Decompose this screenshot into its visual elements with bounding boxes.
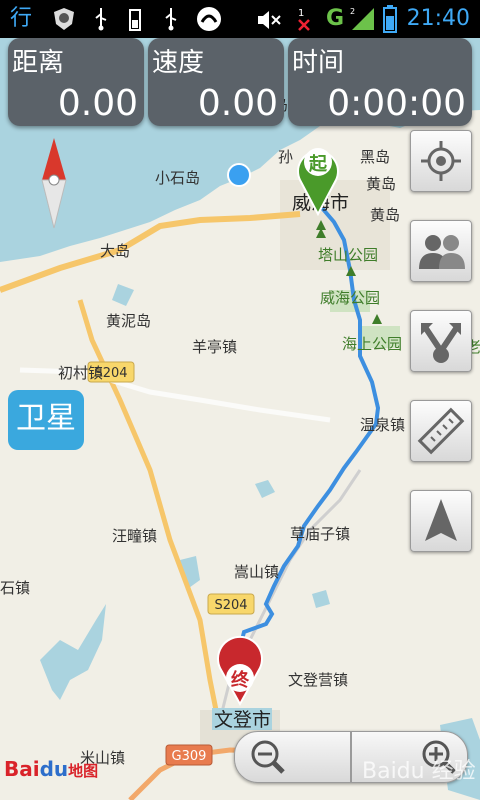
zoom-out-button[interactable]	[235, 732, 350, 782]
distance-label: 距离	[12, 48, 65, 78]
share-route-button[interactable]	[410, 310, 472, 372]
crosshair-icon	[421, 141, 461, 181]
park-label: 威海公园	[320, 289, 380, 307]
status-bar: 行 1 G 2 21:40	[0, 0, 480, 38]
place-label: 羊亭镇	[192, 338, 237, 356]
network-type-text: G	[326, 6, 345, 31]
baidu-map-logo: Baidu地图	[4, 757, 98, 783]
app-notification-icon: 行	[10, 6, 33, 31]
logo-du: du	[39, 757, 69, 781]
satellite-toggle-button[interactable]: 卫星	[8, 390, 84, 450]
place-label: 黄泥岛	[106, 312, 151, 330]
logo-map: 地图	[68, 762, 99, 780]
people-icon	[419, 235, 465, 269]
speed-value: 0.00	[197, 83, 278, 124]
place-label: 孙	[278, 148, 293, 166]
place-label: 黑岛	[360, 148, 390, 166]
speed-panel: 速度 0.00	[148, 38, 284, 126]
usb-icon	[95, 8, 107, 31]
current-location-dot	[227, 163, 251, 187]
roads	[0, 211, 362, 800]
road-shield-s204: S204	[207, 593, 255, 615]
svg-text:起: 起	[308, 153, 328, 175]
navigate-button[interactable]	[410, 490, 472, 552]
park-label: 塔山公园	[318, 246, 378, 264]
battery-icon	[383, 5, 397, 33]
svg-text:S204: S204	[214, 598, 247, 613]
lake	[40, 604, 106, 700]
end-marker[interactable]: 终	[217, 635, 263, 707]
ruler-button[interactable]	[410, 400, 472, 462]
speed-label: 速度	[152, 48, 205, 78]
route-line	[236, 206, 381, 665]
lake	[255, 480, 275, 498]
svg-text:2: 2	[350, 7, 355, 16]
place-label: 黄岛	[366, 175, 396, 193]
watermark: Baidu 经验	[362, 759, 476, 784]
usb-icon	[165, 8, 177, 31]
shield-icon	[54, 8, 74, 30]
place-label: 嵩山镇	[234, 563, 279, 581]
clock: 21:40	[406, 6, 470, 31]
lake	[112, 284, 134, 306]
place-label: 文登营镇	[288, 671, 348, 689]
road-shield-g309: G309	[165, 744, 213, 766]
navigation-arrow-icon	[425, 499, 457, 541]
place-label: 石镇	[0, 579, 30, 597]
friends-button[interactable]	[410, 220, 472, 282]
mute-icon	[258, 11, 281, 29]
zoom-out-icon	[251, 740, 285, 774]
time-value: 0:00:00	[327, 83, 466, 124]
svg-text:G309: G309	[172, 749, 207, 764]
distance-value: 0.00	[57, 83, 138, 124]
logo-bai: Bai	[4, 757, 40, 781]
distance-panel: 距离 0.00	[8, 38, 144, 126]
locate-button[interactable]	[410, 130, 472, 192]
signal-bars-icon: 2	[350, 7, 374, 30]
place-label: 初村镇	[58, 364, 103, 382]
no-signal-icon: 1	[298, 8, 310, 31]
place-label: 黄岛	[370, 206, 400, 224]
lake	[312, 590, 330, 608]
city-label: 文登市	[214, 709, 271, 731]
place-label: 大岛	[100, 242, 130, 260]
svg-text:1: 1	[298, 8, 304, 19]
time-label: 时间	[292, 48, 345, 78]
place-label: 汪疃镇	[112, 527, 157, 545]
time-panel: 时间 0:00:00	[288, 38, 472, 126]
ruler-icon	[417, 407, 465, 455]
battery-charging-icon	[129, 9, 141, 31]
flower-icon	[197, 7, 221, 31]
svg-text:终: 终	[231, 669, 250, 691]
park-label: 海上公园	[342, 335, 402, 353]
place-label: 草庙子镇	[290, 525, 350, 543]
split-arrows-icon	[421, 323, 461, 363]
place-label: 小石岛	[155, 169, 200, 187]
place-label: 温泉镇	[360, 416, 405, 434]
